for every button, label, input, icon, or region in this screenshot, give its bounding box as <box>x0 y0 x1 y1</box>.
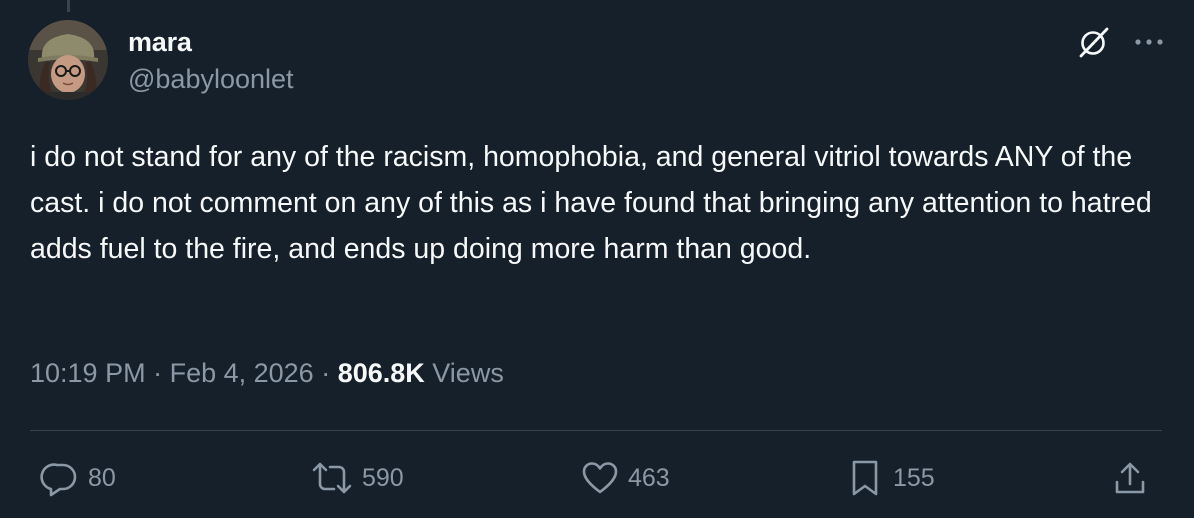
bookmark-button[interactable]: 155 <box>845 458 935 498</box>
retweet-count: 590 <box>362 463 404 492</box>
display-name[interactable]: mara <box>128 27 192 58</box>
like-button[interactable]: 463 <box>580 458 670 498</box>
reply-button[interactable]: 80 <box>40 458 116 498</box>
more-options-icon[interactable] <box>1134 37 1164 47</box>
bookmark-count: 155 <box>893 463 935 492</box>
reply-icon <box>40 458 80 498</box>
meta-separator: · <box>313 358 338 388</box>
views-count: 806.8K <box>337 358 425 388</box>
like-icon <box>580 458 620 498</box>
avatar-image <box>28 20 108 100</box>
grok-icon[interactable] <box>1076 24 1112 60</box>
bookmark-icon <box>845 458 885 498</box>
divider <box>30 430 1162 431</box>
tweet-date[interactable]: Feb 4, 2026 <box>170 358 314 388</box>
tweet-text: i do not stand for any of the racism, ho… <box>30 141 1160 265</box>
action-bar: 80 590 463 155 <box>0 458 1194 504</box>
tweet-meta: 10:19 PM · Feb 4, 2026 · 806.8K Views <box>30 358 504 389</box>
retweet-button[interactable]: 590 <box>310 458 404 498</box>
share-icon <box>1110 458 1150 498</box>
tweet-time[interactable]: 10:19 PM <box>30 358 146 388</box>
thread-connector-line <box>67 0 70 12</box>
user-handle[interactable]: @babyloonlet <box>128 64 294 95</box>
like-count: 463 <box>628 463 670 492</box>
retweet-icon <box>310 458 354 498</box>
views-label: Views <box>424 358 504 388</box>
share-button[interactable] <box>1110 458 1150 498</box>
meta-separator: · <box>145 358 170 388</box>
reply-count: 80 <box>88 463 116 492</box>
avatar[interactable] <box>28 20 108 100</box>
top-right-actions <box>1076 24 1164 60</box>
